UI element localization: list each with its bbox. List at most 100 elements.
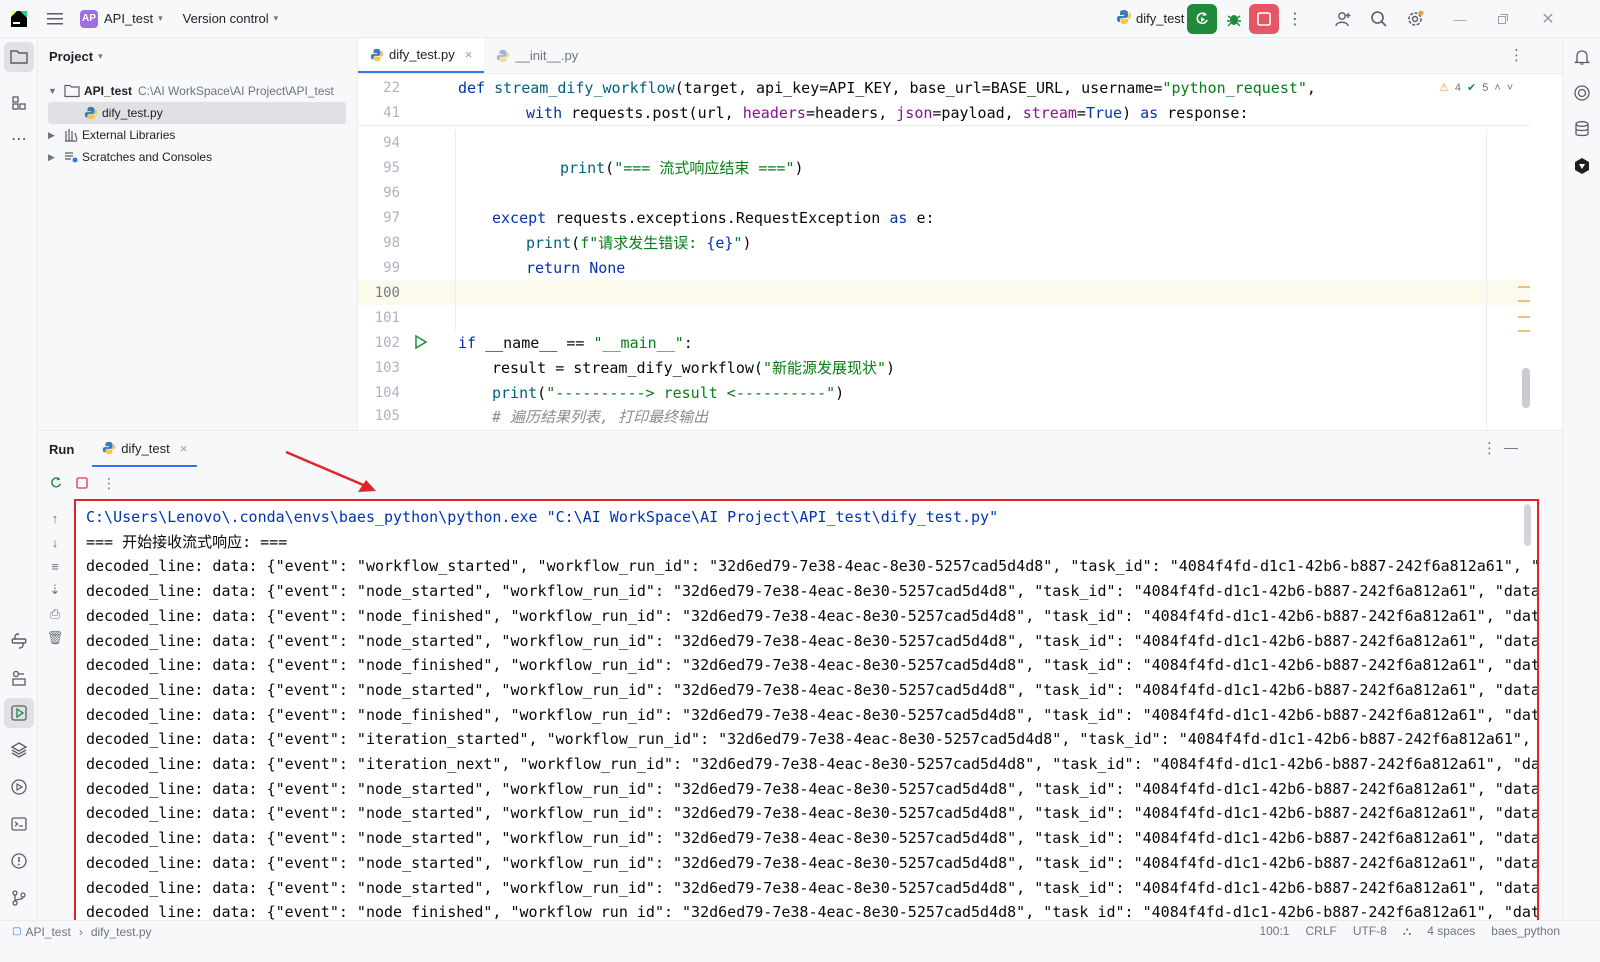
title-bar: AP API_test ▾ Version control ▾ dify_tes… [0, 0, 1600, 38]
code-text: # 遍历结果列表, 打印最终输出 [492, 407, 709, 426]
run-gutter-icon[interactable] [414, 334, 428, 354]
scroll-down-icon[interactable]: ↓ [46, 533, 64, 551]
tab-label: dify_test.py [389, 47, 455, 62]
restore-icon[interactable] [1488, 4, 1518, 34]
chevron-up-icon[interactable]: ˄ [1494, 82, 1500, 94]
run-tab-dify-test[interactable]: dify_test × [92, 431, 198, 467]
editor-options-icon[interactable]: ⋮ [1509, 46, 1524, 64]
services-icon[interactable] [4, 663, 34, 693]
tree-item-file[interactable]: dify_test.py [48, 102, 346, 124]
line-number: 101 [374, 309, 400, 326]
minimize-icon[interactable]: — [1445, 4, 1475, 34]
tree-item-scratches[interactable]: ▶ Scratches and Consoles [48, 146, 212, 168]
code-line-102[interactable]: 102 if __name__ == "__main__": [358, 330, 1530, 355]
warning-count: 4 [1454, 81, 1461, 94]
breadcrumb-project[interactable]: API_test [25, 925, 70, 939]
app-logo-icon [0, 10, 38, 27]
indent-setting[interactable]: 4 spaces [1427, 924, 1475, 939]
rerun-icon[interactable] [46, 476, 66, 490]
inspection-widget[interactable]: ⚠ 4 ✔ 5 ˄ ˅ [1439, 81, 1513, 95]
database-icon[interactable] [1567, 114, 1597, 144]
search-icon[interactable] [1364, 4, 1394, 34]
stop-icon[interactable] [72, 477, 92, 489]
breadcrumb-file[interactable]: dify_test.py [91, 925, 152, 939]
close-window-icon[interactable]: ✕ [1533, 4, 1563, 34]
code-line-22[interactable]: 22 def stream_dify_workflow(target, api_… [358, 75, 1530, 100]
expand-arrow-icon[interactable]: ▶ [48, 152, 62, 163]
add-user-icon[interactable] [1328, 4, 1358, 34]
code-line-101[interactable]: 101 [358, 305, 1530, 330]
line-separator[interactable]: CRLF [1305, 924, 1336, 939]
project-selector[interactable]: AP API_test ▾ [74, 6, 169, 32]
code-line-97[interactable]: 97 except requests.exceptions.RequestExc… [358, 205, 1530, 230]
structure-icon[interactable] [4, 88, 34, 118]
tab-init[interactable]: __init__.py [484, 38, 590, 73]
code-line-94[interactable]: 94 [358, 130, 1530, 155]
code-line-105[interactable]: 105 # 遍历结果列表, 打印最终输出 [358, 405, 1530, 427]
expand-arrow-icon[interactable]: ▶ [48, 130, 62, 141]
main-menu-icon[interactable] [40, 4, 70, 34]
settings-gear-icon[interactable] [1400, 4, 1430, 34]
project-panel-header[interactable]: Project ▾ [38, 38, 357, 74]
console-scrollbar[interactable] [1524, 504, 1531, 546]
layers-icon[interactable] [4, 735, 34, 765]
hide-panel-icon[interactable]: — [1504, 439, 1518, 455]
more-actions-icon[interactable]: ⋮ [1280, 4, 1310, 34]
more-actions-icon[interactable]: ⋮ [102, 475, 116, 492]
project-panel: Project ▾ ▼ API_test C:\AI WorkSpace\AI … [38, 38, 358, 430]
chevron-down-icon: ▾ [158, 13, 163, 23]
git-branch-icon[interactable] [4, 883, 34, 913]
scroll-to-end-icon[interactable]: ⇣ [46, 581, 64, 599]
project-folder-icon[interactable] [4, 42, 34, 72]
chevron-down-icon[interactable]: ˅ [1507, 82, 1513, 94]
expand-arrow-icon[interactable]: ▼ [48, 86, 62, 96]
code-line-99[interactable]: 99 return None [358, 255, 1530, 280]
caret-position[interactable]: 100:1 [1259, 924, 1289, 939]
vcs-menu[interactable]: Version control ▾ [177, 6, 285, 32]
close-tab-icon[interactable]: × [465, 47, 473, 62]
soft-wrap-icon[interactable]: ≡ [46, 557, 64, 575]
code-line-41[interactable]: 41 with requests.post(url, headers=heade… [358, 100, 1530, 125]
console-line: decoded_line: data: {"event": "workflow_… [86, 557, 1539, 576]
project-panel-title: Project [49, 48, 94, 64]
run-toolbar: ⋮ [38, 467, 1562, 499]
tab-dify-test[interactable]: dify_test.py × [358, 38, 485, 73]
problems-icon[interactable] [4, 846, 34, 876]
check-icon: ✔ [1467, 82, 1477, 94]
code-line-104[interactable]: 104 print("----------> result <---------… [358, 380, 1530, 405]
editor-scrollbar[interactable] [1522, 368, 1530, 408]
services-run-icon[interactable] [4, 772, 34, 802]
close-tab-icon[interactable]: × [180, 441, 188, 456]
code-line-103[interactable]: 103 result = stream_dify_workflow("新能源发展… [358, 355, 1530, 380]
readonly-lock-icon[interactable]: ⛬ [1403, 924, 1411, 939]
code-line-98[interactable]: 98 print(f"请求发生错误: {e}") [358, 230, 1530, 255]
debug-icon[interactable] [1219, 4, 1249, 34]
trash-icon[interactable]: 🗑 [46, 629, 64, 647]
run-tool-icon[interactable] [4, 698, 34, 728]
code-line-95[interactable]: 95 print("=== 流式响应结束 ===") [358, 155, 1530, 180]
console-output[interactable]: C:\Users\Lenovo\.conda\envs\baes_python\… [74, 499, 1539, 926]
line-number: 22 [383, 79, 400, 96]
notifications-bell-icon[interactable] [1567, 42, 1597, 72]
print-icon[interactable]: ⎙ [46, 605, 64, 623]
terminal-icon[interactable] [4, 809, 34, 839]
status-widgets: 100:1 CRLF UTF-8 ⛬ 4 spaces baes_python [1259, 924, 1560, 939]
run-options-icon[interactable]: ⋮ [1482, 439, 1497, 457]
console-line: decoded_line: data: {"event": "node_star… [86, 878, 1539, 897]
more-tools-icon[interactable]: ⋯ [4, 124, 34, 154]
python-interpreter[interactable]: baes_python [1491, 924, 1560, 939]
tree-item-root[interactable]: ▼ API_test C:\AI WorkSpace\AI Project\AP… [48, 80, 334, 102]
python-packages-icon[interactable] [4, 626, 34, 656]
rerun-button[interactable] [1187, 4, 1217, 34]
stop-button[interactable] [1249, 4, 1279, 34]
line-number: 103 [374, 359, 400, 376]
plugin-icon[interactable] [1567, 151, 1597, 181]
file-encoding[interactable]: UTF-8 [1353, 924, 1387, 939]
external-libraries-label: External Libraries [82, 128, 176, 142]
tree-item-external-libraries[interactable]: ▶ External Libraries [48, 124, 175, 146]
code-line-96[interactable]: 96 [358, 180, 1530, 205]
code-line-100[interactable]: 100 [358, 280, 1530, 305]
ai-assistant-icon[interactable] [1567, 78, 1597, 108]
scroll-up-icon[interactable]: ↑ [46, 509, 64, 527]
console-line: decoded_line: data: {"event": "node_fini… [86, 656, 1539, 675]
